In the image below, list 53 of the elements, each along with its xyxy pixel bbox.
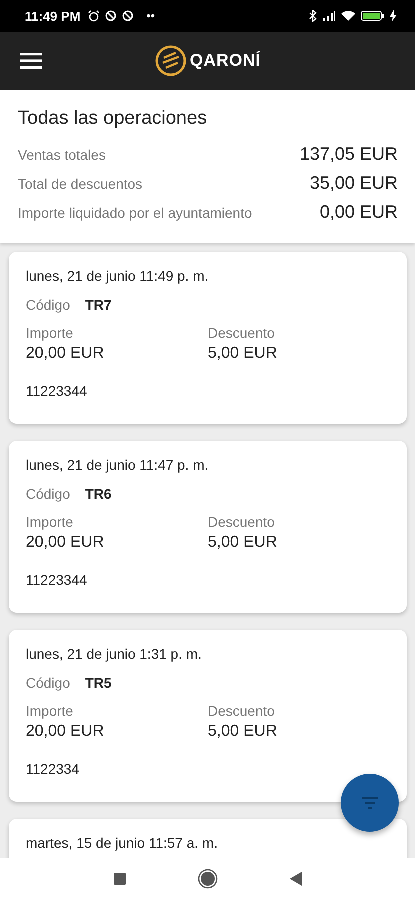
code-label: Código bbox=[26, 675, 70, 691]
operation-card[interactable]: lunes, 21 de junio 1:31 p. m. Código TR5 Importe 20,00 EUR Descuento 5,00 EUR 1122334 bbox=[9, 630, 407, 802]
operation-code: TR7 bbox=[85, 297, 112, 313]
operation-date: lunes, 21 de junio 1:31 p. m. bbox=[26, 646, 203, 662]
operation-reference: 1122334 bbox=[26, 761, 80, 777]
operation-reference: 11223344 bbox=[26, 383, 88, 399]
discount-label: Descuento bbox=[208, 703, 276, 719]
operation-date: lunes, 21 de junio 11:49 p. m. bbox=[26, 268, 210, 284]
discount-value: 5,00 EUR bbox=[208, 723, 278, 741]
menu-icon bbox=[20, 53, 42, 69]
summary-value: 35,00 EUR bbox=[310, 173, 398, 194]
more-notifications: •• bbox=[146, 9, 156, 23]
amount-label: Importe bbox=[26, 703, 74, 719]
bluetooth-icon bbox=[309, 10, 317, 22]
filter-icon bbox=[362, 797, 378, 809]
summary-value: 0,00 EUR bbox=[320, 202, 398, 223]
amount-value: 20,00 EUR bbox=[26, 534, 106, 552]
alarm-icon bbox=[88, 10, 100, 22]
signal-icon bbox=[322, 10, 336, 22]
discount-value: 5,00 EUR bbox=[208, 534, 278, 552]
summary-label: Importe liquidado por el ayuntamiento bbox=[18, 205, 252, 221]
charging-icon bbox=[390, 10, 397, 22]
discount-value: 5,00 EUR bbox=[208, 345, 278, 363]
operation-card[interactable]: lunes, 21 de junio 11:49 p. m. Código TR7 Importe 20,00 EUR Descuento 5,00 EUR 11223344 bbox=[9, 252, 407, 424]
discount-label: Descuento bbox=[208, 514, 276, 530]
back-icon[interactable] bbox=[290, 872, 302, 886]
operation-code: TR5 bbox=[85, 675, 112, 691]
operation-reference: 11223344 bbox=[26, 572, 88, 588]
recents-icon[interactable] bbox=[114, 873, 126, 885]
amount-label: Importe bbox=[26, 325, 74, 341]
discount-label: Descuento bbox=[208, 325, 276, 341]
amount-label: Importe bbox=[26, 514, 74, 530]
logo-icon bbox=[155, 45, 187, 77]
operation-date: lunes, 21 de junio 11:47 p. m. bbox=[26, 457, 210, 473]
code-label: Código bbox=[26, 297, 70, 313]
summary-title: Todas las operaciones bbox=[18, 108, 208, 130]
operation-card[interactable]: lunes, 21 de junio 11:47 p. m. Código TR6 Importe 20,00 EUR Descuento 5,00 EUR 11223344 bbox=[9, 441, 407, 613]
blocked-icon bbox=[104, 10, 117, 22]
wifi-icon bbox=[341, 10, 356, 22]
summary-label: Ventas totales bbox=[18, 147, 106, 163]
operation-code: TR6 bbox=[85, 486, 112, 502]
home-icon[interactable] bbox=[198, 869, 218, 889]
operation-card[interactable]: martes, 15 de junio 11:57 a. m. bbox=[9, 819, 407, 858]
status-time: 11:49 PM bbox=[25, 8, 81, 24]
code-label: Código bbox=[26, 486, 70, 502]
blocked-icon bbox=[122, 10, 134, 22]
summary-label: Total de descuentos bbox=[18, 176, 143, 192]
amount-value: 20,00 EUR bbox=[26, 345, 106, 363]
battery-icon bbox=[361, 10, 385, 22]
amount-value: 20,00 EUR bbox=[26, 723, 106, 741]
operation-date: martes, 15 de junio 11:57 a. m. bbox=[26, 835, 219, 851]
logo-text: QARONÍ bbox=[190, 51, 261, 71]
summary-value: 137,05 EUR bbox=[300, 144, 398, 165]
